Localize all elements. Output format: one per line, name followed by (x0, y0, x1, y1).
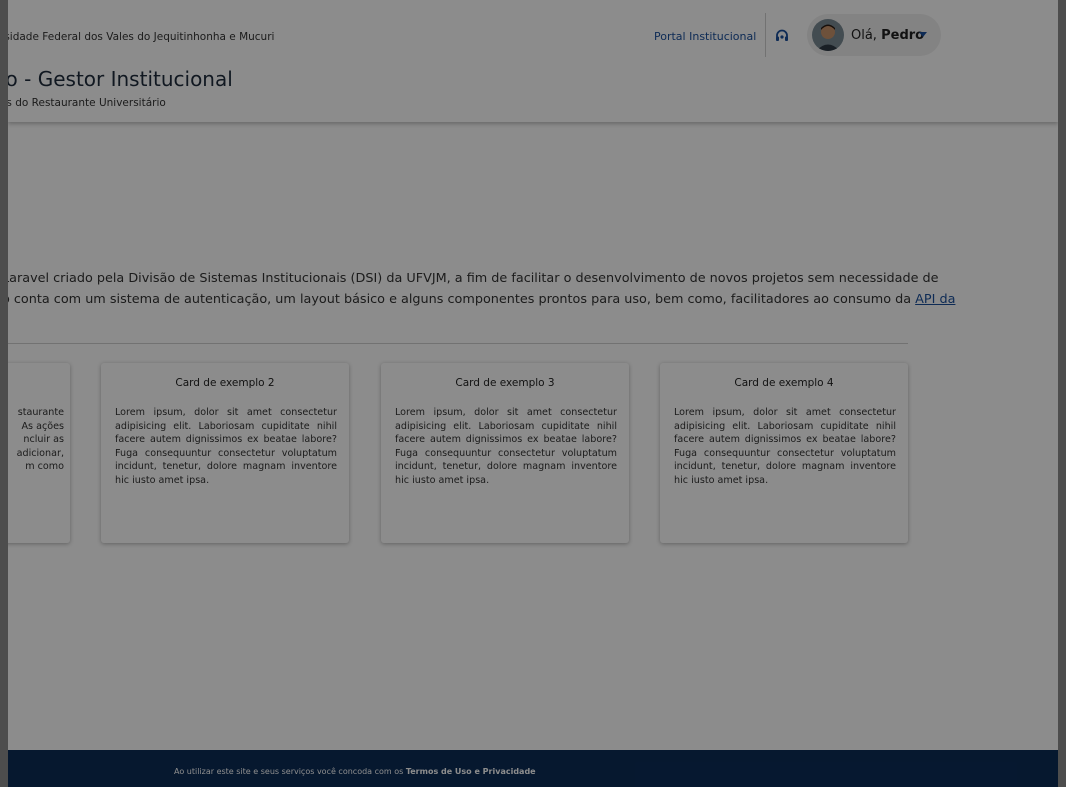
modal-backdrop-overlay[interactable] (0, 0, 1066, 787)
